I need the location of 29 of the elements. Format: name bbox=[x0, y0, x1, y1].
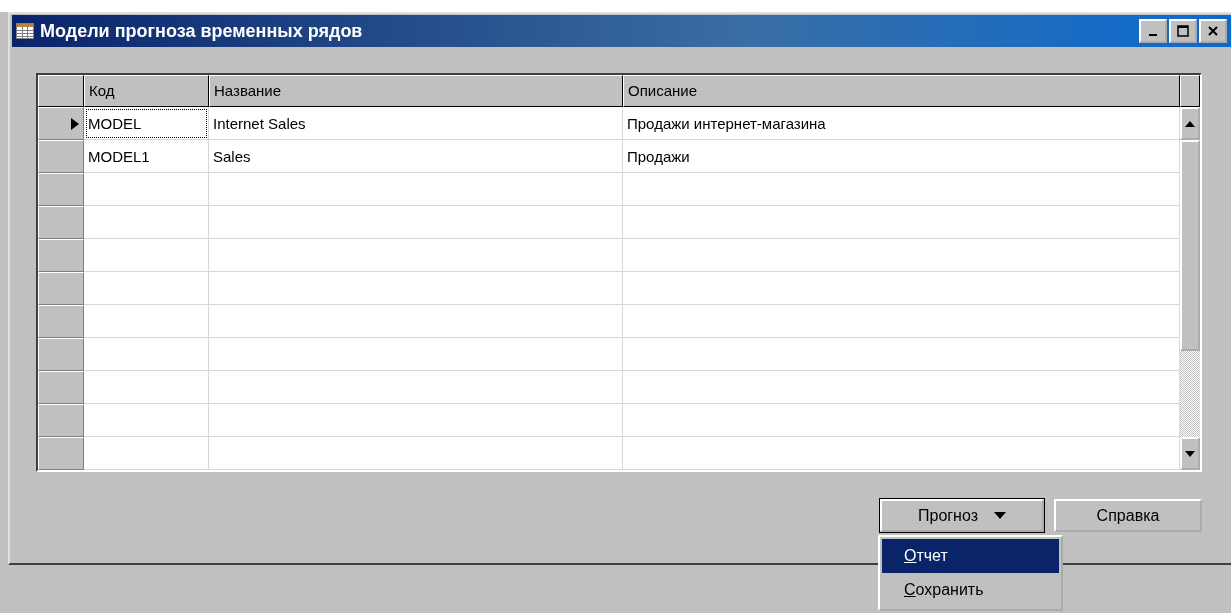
maximize-icon bbox=[1177, 25, 1189, 37]
minimize-button[interactable] bbox=[1139, 19, 1167, 43]
column-header[interactable]: Код bbox=[84, 75, 209, 107]
column-header[interactable]: Описание bbox=[623, 75, 1180, 107]
table-cell: MODEL bbox=[84, 107, 209, 140]
forecast-menu-button[interactable]: Прогноз bbox=[880, 499, 1044, 532]
current-row-icon bbox=[71, 117, 79, 130]
close-icon bbox=[1207, 25, 1219, 37]
window-title: Модели прогноза временных рядов bbox=[40, 20, 364, 42]
scroll-down-button[interactable] bbox=[1180, 437, 1200, 470]
down-arrow-icon bbox=[1185, 450, 1195, 457]
minimize-icon bbox=[1149, 34, 1157, 36]
scrollbar-thumb[interactable] bbox=[1180, 140, 1200, 351]
table-cell: MODEL1 bbox=[84, 140, 209, 173]
scroll-up-button[interactable] bbox=[1180, 107, 1200, 140]
menu-item[interactable]: Отчет bbox=[882, 539, 1059, 573]
up-arrow-icon bbox=[1185, 120, 1195, 127]
maximize-button[interactable] bbox=[1169, 19, 1197, 43]
table-cell: Продажи bbox=[623, 140, 1180, 173]
table-cell: Internet Sales bbox=[209, 107, 623, 140]
help-button[interactable]: Справка bbox=[1054, 499, 1202, 532]
menu-item[interactable]: Сохранить bbox=[882, 573, 1059, 607]
table-icon bbox=[16, 23, 34, 39]
table-cell: Sales bbox=[209, 140, 623, 173]
table-cell: Продажи интернет-магазина bbox=[623, 107, 1180, 140]
row-selector[interactable] bbox=[38, 107, 84, 140]
close-button[interactable] bbox=[1199, 19, 1227, 43]
caret-icon bbox=[994, 512, 1006, 519]
column-header[interactable]: Название bbox=[209, 75, 623, 107]
